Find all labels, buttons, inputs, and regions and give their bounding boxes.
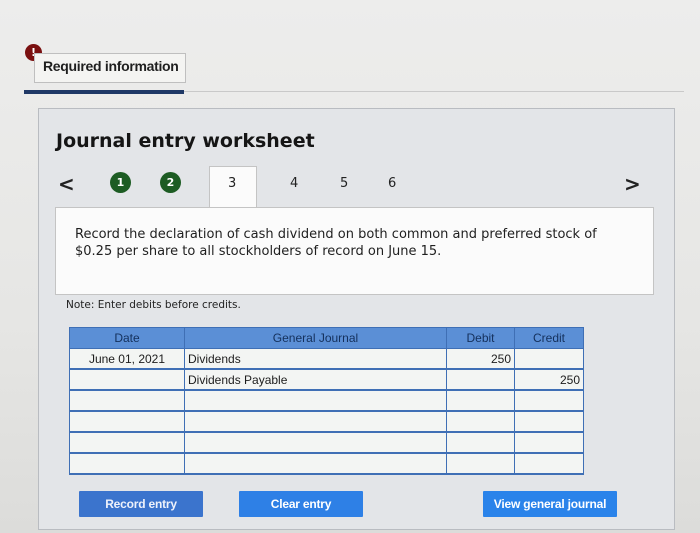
account-cell[interactable]: Dividends xyxy=(184,348,447,370)
date-cell[interactable] xyxy=(69,369,185,391)
credit-cell[interactable] xyxy=(514,348,584,370)
step-3-label[interactable]: 3 xyxy=(228,176,236,191)
view-general-journal-button[interactable]: View general journal xyxy=(483,491,617,517)
required-information-label[interactable]: Required information xyxy=(43,58,179,74)
journal-header-row: Date General Journal Debit Credit xyxy=(69,327,584,349)
table-row xyxy=(69,411,584,433)
column-header-general-journal: General Journal xyxy=(184,327,447,349)
table-row xyxy=(69,453,584,475)
debit-cell[interactable] xyxy=(446,390,515,412)
step-2-done[interactable]: 2 xyxy=(160,172,181,193)
debit-cell[interactable]: 250 xyxy=(446,348,515,370)
account-cell[interactable] xyxy=(184,453,447,475)
credit-cell[interactable]: 250 xyxy=(514,369,584,391)
table-row xyxy=(69,390,584,412)
chevron-left-icon[interactable]: < xyxy=(58,172,75,196)
table-row: Dividends Payable 250 xyxy=(69,369,584,391)
instruction-text: Record the declaration of cash dividend … xyxy=(75,227,597,259)
account-cell[interactable]: Dividends Payable xyxy=(184,369,447,391)
chevron-right-icon[interactable]: > xyxy=(624,172,641,196)
date-cell[interactable] xyxy=(69,411,185,433)
step-5[interactable]: 5 xyxy=(340,176,348,191)
step-6[interactable]: 6 xyxy=(388,176,396,191)
account-cell[interactable] xyxy=(184,390,447,412)
clear-entry-button[interactable]: Clear entry xyxy=(239,491,363,517)
record-entry-button[interactable]: Record entry xyxy=(79,491,203,517)
debit-cell[interactable] xyxy=(446,453,515,475)
divider xyxy=(184,91,684,92)
credit-cell[interactable] xyxy=(514,432,584,454)
step-1-done[interactable]: 1 xyxy=(110,172,131,193)
table-row: June 01, 2021 Dividends 250 xyxy=(69,348,584,370)
credit-cell[interactable] xyxy=(514,453,584,475)
debit-cell[interactable] xyxy=(446,369,515,391)
step-4[interactable]: 4 xyxy=(290,176,298,191)
credit-cell[interactable] xyxy=(514,390,584,412)
table-row xyxy=(69,432,584,454)
active-section-indicator xyxy=(24,90,184,94)
account-cell[interactable] xyxy=(184,432,447,454)
column-header-date: Date xyxy=(69,327,185,349)
date-cell[interactable]: June 01, 2021 xyxy=(69,348,185,370)
debit-cell[interactable] xyxy=(446,411,515,433)
column-header-credit: Credit xyxy=(514,327,584,349)
date-cell[interactable] xyxy=(69,390,185,412)
journal-table: Date General Journal Debit Credit June 0… xyxy=(69,327,584,475)
date-cell[interactable] xyxy=(69,432,185,454)
column-header-debit: Debit xyxy=(446,327,515,349)
debit-cell[interactable] xyxy=(446,432,515,454)
date-cell[interactable] xyxy=(69,453,185,475)
note-text: Note: Enter debits before credits. xyxy=(66,299,241,311)
credit-cell[interactable] xyxy=(514,411,584,433)
account-cell[interactable] xyxy=(184,411,447,433)
worksheet-title: Journal entry worksheet xyxy=(56,130,315,152)
